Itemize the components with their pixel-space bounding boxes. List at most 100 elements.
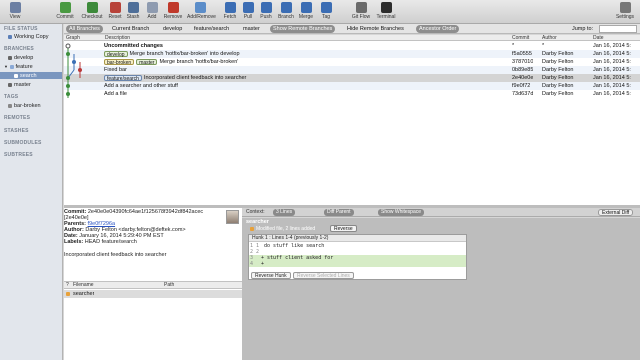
commit-message: Add a searcher and other stuff	[104, 83, 178, 89]
commit-date: Jan 16, 2014 5:	[593, 67, 631, 73]
sidebar-item-search[interactable]: search	[14, 73, 37, 79]
show-whitespace-select[interactable]: Show Whitespace	[378, 209, 425, 216]
modified-file-icon	[66, 292, 70, 296]
file-row[interactable]: searcher	[64, 290, 242, 298]
header-path[interactable]: Path	[164, 282, 174, 289]
terminal-button[interactable]: Terminal	[373, 2, 399, 23]
commit-author: Darby Felton	[542, 75, 574, 81]
commit-author: Darby Felton	[542, 59, 574, 65]
current-branch-button[interactable]: Current Branch	[109, 25, 152, 33]
git-flow-icon	[355, 2, 367, 13]
remove-button[interactable]: Remove	[160, 2, 186, 23]
sidebar-heading-stashes: STASHES	[4, 128, 29, 134]
pull-icon	[242, 2, 254, 13]
sidebar-heading-subtrees: SUBTREES	[4, 152, 33, 158]
push-icon	[260, 2, 272, 13]
branch-icon	[14, 73, 18, 78]
commit-detail: Commit: 2e40e0e04390fc64ae1f125678f3942d…	[64, 208, 242, 281]
reverse-file-button[interactable]: Reverse	[330, 225, 357, 232]
view-button[interactable]: View	[2, 2, 28, 23]
commit-date: Jan 16, 2014 5:	[593, 43, 631, 49]
external-diff-button[interactable]: External Diff	[598, 209, 634, 216]
feature-search-branch-button[interactable]: feature/search	[191, 25, 232, 33]
sidebar: FILE STATUS Working Copy BRANCHES develo…	[0, 24, 63, 360]
git-flow-button[interactable]: Git Flow	[348, 2, 374, 23]
header-author[interactable]: Author	[542, 35, 557, 41]
graph-node	[66, 84, 70, 88]
reverse-selected-lines-button[interactable]: Reverse Selected Lines	[293, 272, 354, 279]
table-row[interactable]: develop Merge branch 'hotfix/bar-broken' …	[64, 50, 640, 58]
disclosure-triangle-icon: ▼	[4, 64, 8, 69]
commit-date: Jan 16, 2014 5:	[593, 51, 631, 57]
diff-file-name: searcher	[246, 219, 269, 225]
master-branch-button[interactable]: master	[240, 25, 263, 33]
sidebar-item-working-copy[interactable]: Working Copy	[8, 34, 48, 40]
table-row[interactable]: Uncommitted changes * * Jan 16, 2014 5:	[64, 42, 640, 50]
reverse-hunk-button[interactable]: Reverse Hunk	[251, 272, 291, 279]
settings-icon	[619, 2, 631, 13]
branch-icon	[8, 82, 12, 87]
table-row[interactable]: Fixed bar 0b89e85 Darby Felton Jan 16, 2014…	[64, 66, 640, 74]
header-filename[interactable]: Filename	[73, 282, 94, 289]
header-date[interactable]: Date	[593, 35, 604, 41]
jump-to-label: Jump to:	[572, 26, 594, 32]
diff-options-bar: Context: 3 Lines Diff Parent Show Whites…	[242, 208, 640, 217]
tag-button[interactable]: Tag	[313, 2, 339, 23]
hunk-title: Hunk 1 : Lines 1-4 (previously 1-2)	[249, 235, 466, 242]
show-remote-branches-button[interactable]: Show Remote Branches	[270, 25, 336, 33]
settings-button[interactable]: Settings	[612, 2, 638, 23]
jump-to-input[interactable]	[599, 25, 637, 33]
branch-tag[interactable]: bar-broken	[104, 58, 135, 66]
commit-button[interactable]: Commit	[52, 2, 78, 23]
commit-commit: 3787010	[512, 59, 534, 65]
reset-icon	[109, 2, 121, 13]
all-branches-button[interactable]: All Branches	[66, 25, 103, 33]
graph-node	[72, 60, 76, 64]
hide-remote-branches-button[interactable]: Hide Remote Branches	[344, 25, 407, 33]
diff-parent-select[interactable]: Diff Parent	[324, 209, 354, 216]
commit-commit: 0b89e85	[512, 67, 534, 73]
merge-icon	[300, 2, 312, 13]
commit-description: bar-broken master Merge branch 'hotfix/bar…	[104, 58, 504, 66]
header-graph[interactable]: Graph	[66, 35, 80, 41]
sidebar-item-develop[interactable]: develop	[8, 55, 33, 61]
remove-icon	[167, 2, 179, 13]
header-commit[interactable]: Commit	[512, 35, 529, 41]
diff-file-summary: Modified file, 2 lines added	[250, 226, 315, 232]
sidebar-heading-tags: TAGS	[4, 94, 19, 100]
table-row[interactable]: Add a file 73d637d Darby Felton Jan 16, 201…	[64, 90, 640, 98]
branch-tag[interactable]: develop	[104, 50, 128, 58]
commit-description: Add a file	[104, 90, 504, 98]
commit-commit: 2e40e0e	[512, 75, 534, 81]
diff-hunk: Hunk 1 : Lines 1-4 (previously 1-2) 1 1 …	[248, 234, 467, 280]
add-remove-button[interactable]: Add/Remove	[187, 2, 216, 23]
table-row[interactable]: Add a searcher and other stuff f9e0f72 Dar…	[64, 82, 640, 90]
table-row[interactable]: bar-broken master Merge branch 'hotfix/bar…	[64, 58, 640, 66]
sidebar-item-master[interactable]: master	[8, 82, 31, 88]
graph-node	[66, 52, 70, 56]
working-copy-icon	[8, 34, 12, 39]
sidebar-item-feature-folder[interactable]: ▼ feature	[4, 64, 33, 70]
order-select[interactable]: Ancestor Order	[416, 25, 460, 33]
graph-node	[66, 92, 70, 96]
graph-node	[65, 43, 71, 49]
branch-tag[interactable]: master	[136, 58, 158, 66]
terminal-icon	[380, 2, 392, 13]
develop-branch-button[interactable]: develop	[160, 25, 185, 33]
header-status[interactable]: ?	[66, 282, 69, 289]
diff-pane: searcher Modified file, 2 lines added Re…	[242, 218, 640, 360]
branch-tag[interactable]: feature/search	[104, 74, 142, 82]
context-select[interactable]: 3 Lines	[273, 209, 296, 216]
sidebar-item-bar-broken[interactable]: bar-broken	[8, 103, 41, 109]
commit-author: Darby Felton	[542, 83, 574, 89]
view-icon	[9, 2, 21, 13]
diff-line-added[interactable]: 4 +	[249, 261, 466, 267]
commit-author: Darby Felton	[542, 67, 574, 73]
detail-labels: Labels: HEAD feature/search	[64, 239, 137, 245]
commit-graph	[65, 43, 82, 98]
table-row[interactable]: feature/search Incorporated client feedba…	[64, 74, 640, 82]
table-header: Graph Description Commit Author Date	[64, 35, 640, 41]
file-name: searcher	[73, 291, 95, 297]
header-description[interactable]: Description	[105, 35, 130, 41]
commit-commit: 73d637d	[512, 91, 534, 97]
